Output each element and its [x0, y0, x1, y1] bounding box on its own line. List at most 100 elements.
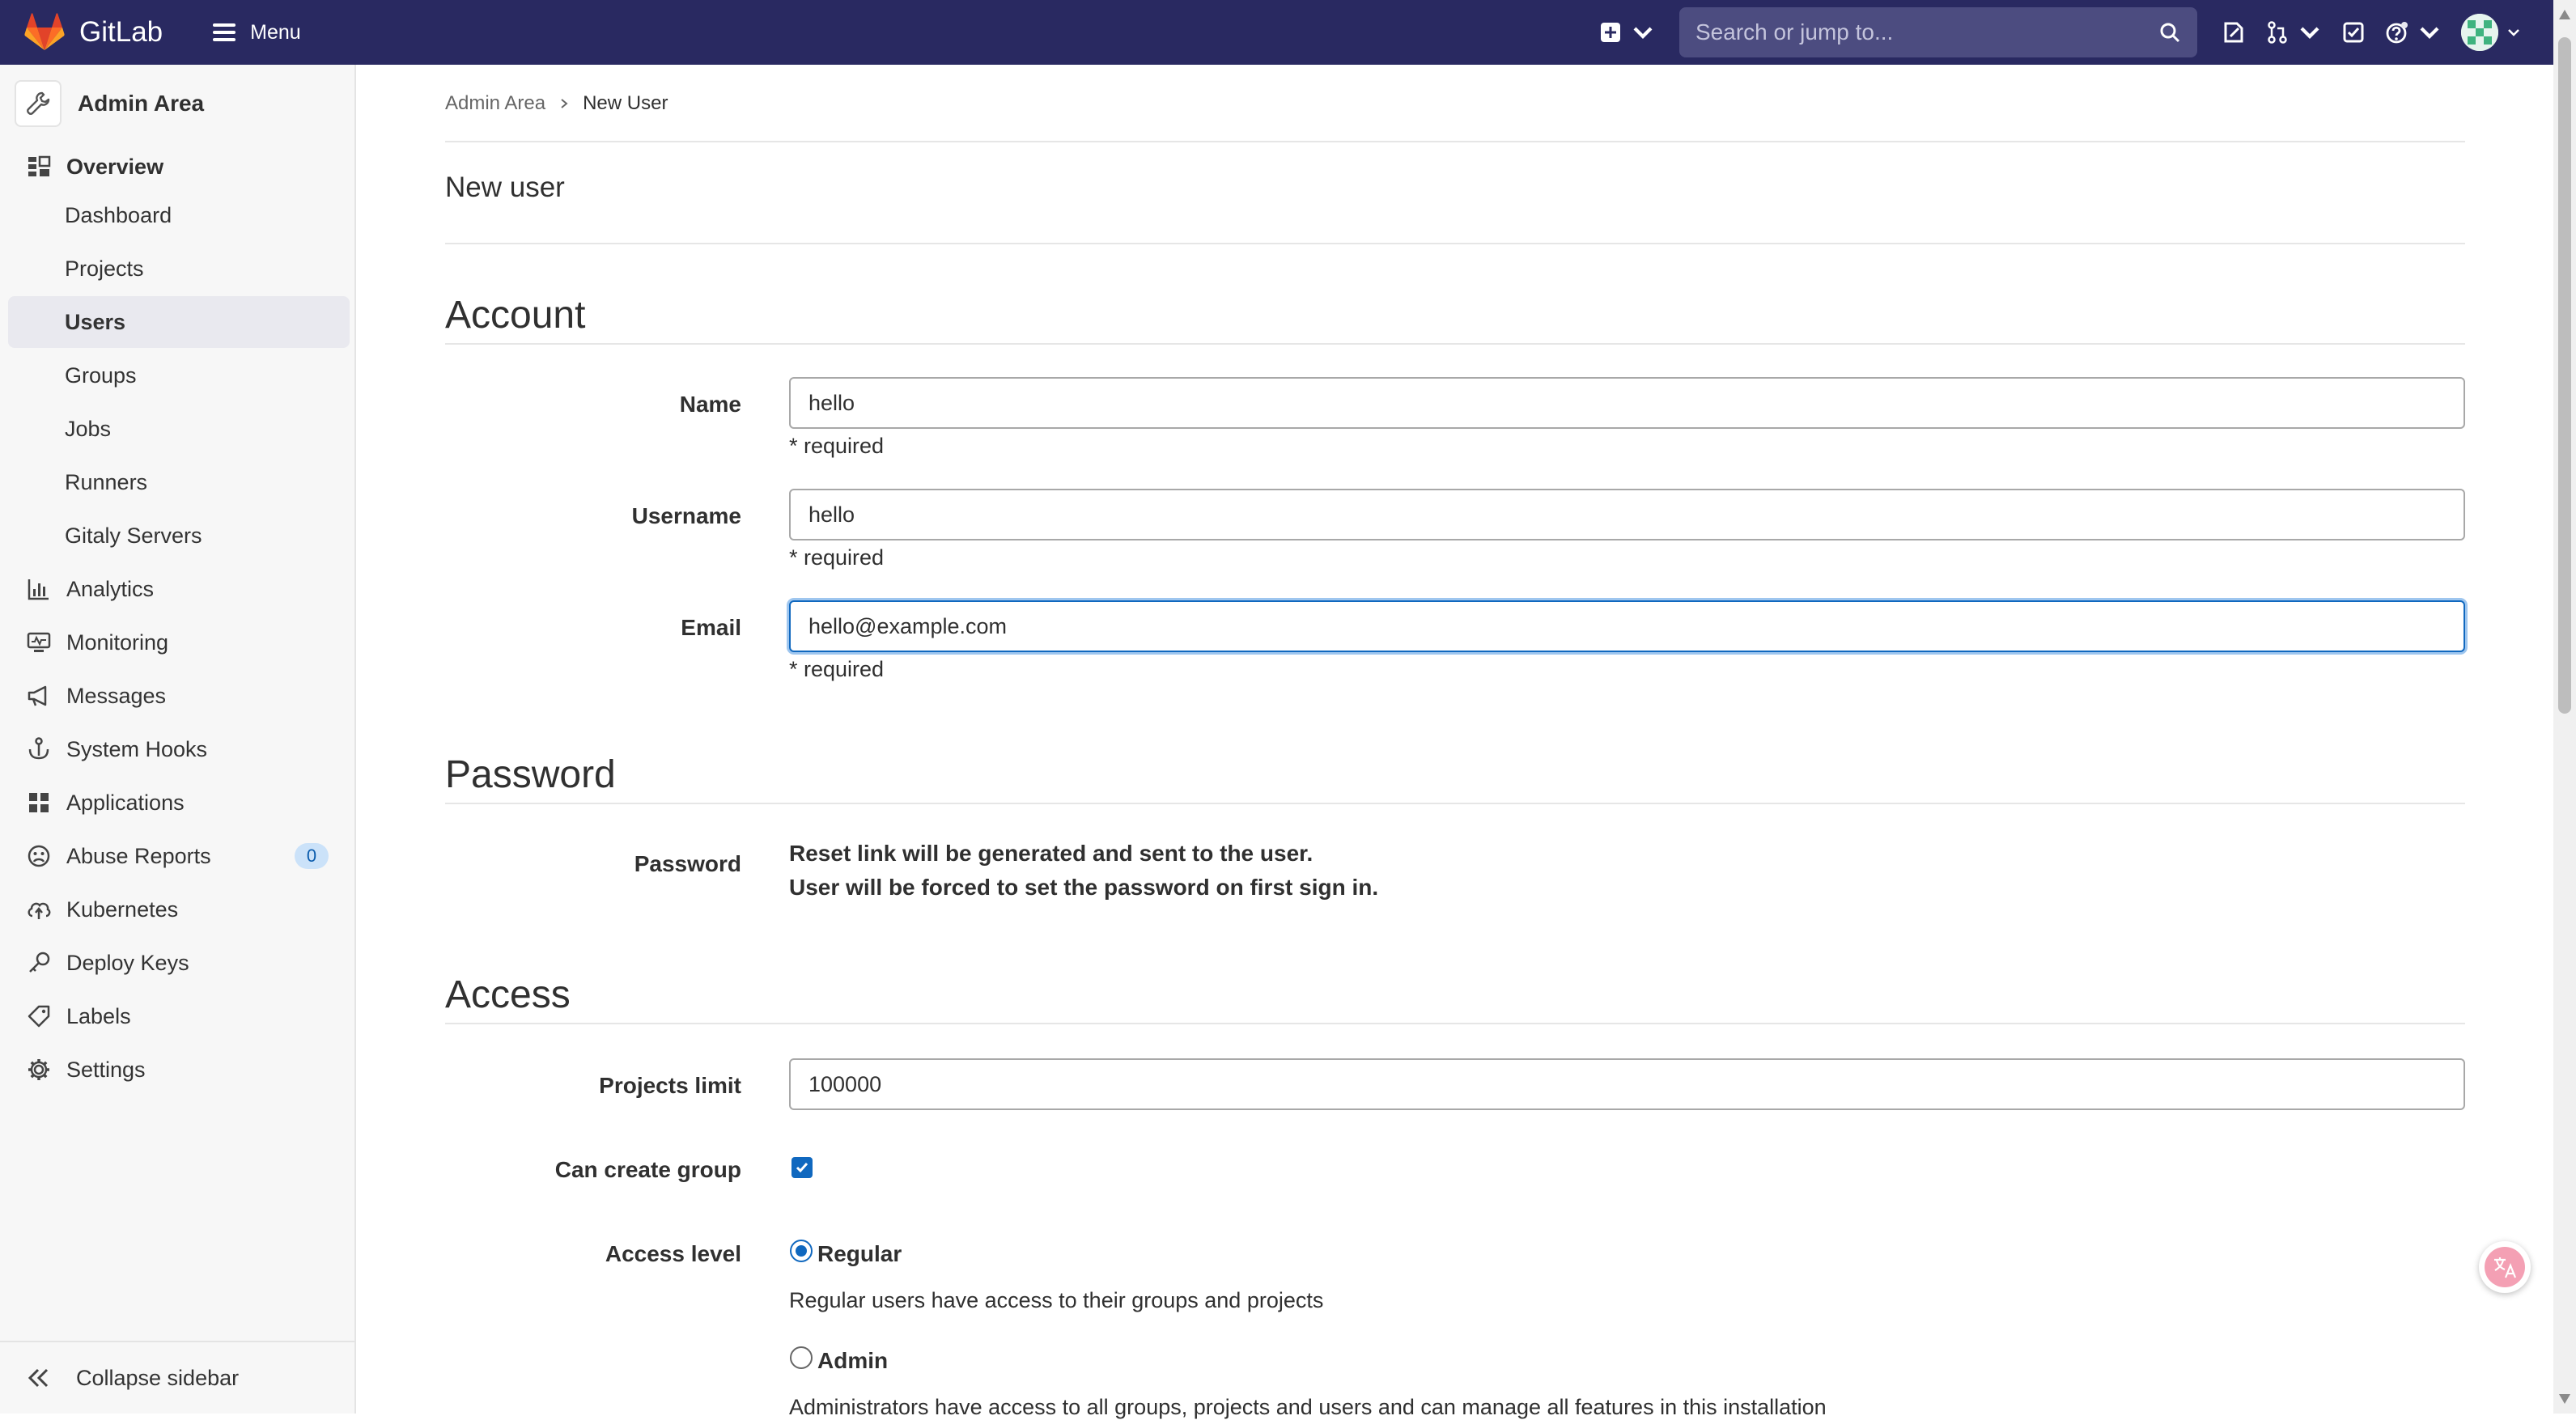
brand-name: GitLab [79, 16, 163, 48]
projects-limit-input[interactable] [789, 1058, 2465, 1110]
username-label: Username [631, 503, 741, 528]
issues-icon [2224, 22, 2243, 43]
admin-description: Administrators have access to all groups… [789, 1395, 1827, 1419]
hook-icon [26, 736, 52, 762]
label-icon [26, 1003, 52, 1029]
can-create-group-checkbox[interactable] [791, 1157, 813, 1178]
account-heading: Account [445, 294, 586, 337]
help-dropdown[interactable] [2375, 10, 2451, 55]
sidebar-item-labels[interactable]: Labels [8, 990, 350, 1042]
sidebar-item-groups[interactable]: Groups [8, 350, 350, 401]
access-level-regular-radio[interactable] [790, 1240, 813, 1262]
access-heading: Access [445, 973, 571, 1016]
chevron-down-icon [1633, 27, 1653, 39]
sidebar-item-label: Gitaly Servers [65, 523, 202, 548]
regular-description: Regular users have access to their group… [789, 1288, 1324, 1312]
name-label: Name [679, 392, 741, 417]
divider [445, 1023, 2465, 1024]
search-icon [2160, 23, 2180, 43]
sidebar-item-deploy-keys[interactable]: Deploy Keys [8, 937, 350, 989]
sidebar-item-label: Projects [65, 256, 144, 281]
plus-square-icon [1601, 23, 1620, 42]
access-level-admin-radio[interactable] [790, 1346, 813, 1369]
sidebar-item-system-hooks[interactable]: System Hooks [8, 723, 350, 775]
top-navbar: GitLab Menu [0, 0, 2576, 65]
double-chevron-left-icon [28, 1368, 49, 1388]
sidebar-item-users[interactable]: Users [8, 296, 350, 348]
breadcrumb: Admin Area New User [445, 92, 668, 115]
translate-button[interactable] [2479, 1241, 2531, 1293]
sidebar-item-label: Abuse Reports [66, 843, 211, 868]
sidebar-item-label: Jobs [65, 416, 112, 441]
sidebar-title: Admin Area [78, 91, 205, 116]
sidebar-item-applications[interactable]: Applications [8, 777, 350, 829]
gitlab-home-link[interactable]: GitLab [24, 0, 163, 65]
scroll-down-arrow-icon[interactable] [2559, 1394, 2570, 1404]
sidebar-item-overview[interactable]: Overview [8, 141, 350, 193]
access-level-regular-label[interactable]: Regular [817, 1241, 902, 1267]
sidebar-item-label: Runners [65, 469, 148, 494]
menu-button[interactable]: Menu [202, 10, 312, 55]
user-menu-dropdown[interactable] [2451, 10, 2531, 55]
todos-link[interactable] [2332, 10, 2375, 55]
email-input[interactable] [789, 600, 2465, 652]
chevron-right-icon [561, 99, 568, 108]
divider [445, 343, 2465, 345]
search-input[interactable] [1695, 19, 2158, 45]
sidebar-item-analytics[interactable]: Analytics [8, 563, 350, 615]
create-new-dropdown[interactable] [1589, 10, 1665, 55]
sidebar-item-kubernetes[interactable]: Kubernetes [8, 884, 350, 935]
sidebar-item-label: Applications [66, 790, 185, 815]
overview-icon [26, 154, 52, 180]
megaphone-icon [26, 683, 52, 709]
sidebar-item-label: Messages [66, 683, 167, 708]
sidebar-item-label: System Hooks [66, 736, 208, 761]
sidebar-item-messages[interactable]: Messages [8, 670, 350, 722]
sidebar-header[interactable]: Admin Area [0, 65, 354, 142]
sidebar-item-jobs[interactable]: Jobs [8, 403, 350, 455]
scrollbar-thumb[interactable] [2558, 37, 2571, 714]
username-input[interactable] [789, 489, 2465, 540]
access-level-admin-label[interactable]: Admin [817, 1348, 888, 1374]
sidebar-item-abuse-reports[interactable]: Abuse Reports 0 [8, 830, 350, 882]
issues-link[interactable] [2212, 10, 2256, 55]
page-title: New user [445, 172, 565, 203]
sidebar-item-monitoring[interactable]: Monitoring [8, 617, 350, 668]
admin-tile [15, 80, 62, 127]
chevron-down-icon [2508, 29, 2519, 36]
divider [445, 803, 2465, 804]
sidebar: Admin Area Overview Dashboard Projects U… [0, 65, 356, 1414]
sidebar-item-projects[interactable]: Projects [8, 243, 350, 295]
breadcrumb-current[interactable]: New User [583, 92, 668, 115]
name-input[interactable] [789, 377, 2465, 429]
password-info-line1: Reset link will be generated and sent to… [789, 841, 1313, 866]
projects-limit-label: Projects limit [599, 1073, 741, 1098]
search-box[interactable] [1679, 7, 2197, 57]
sidebar-item-label: Analytics [66, 576, 155, 601]
scroll-up-arrow-icon[interactable] [2559, 10, 2570, 19]
divider [445, 243, 2465, 244]
kubernetes-icon [26, 897, 52, 922]
gear-icon [26, 1057, 52, 1083]
help-icon [2386, 22, 2408, 44]
hamburger-icon [213, 23, 236, 41]
password-heading: Password [445, 753, 616, 796]
merge-requests-dropdown[interactable] [2256, 10, 2332, 55]
checkmark-icon [796, 1163, 808, 1173]
can-create-group-label: Can create group [554, 1157, 741, 1182]
access-level-label: Access level [605, 1241, 741, 1266]
page-scrollbar[interactable] [2553, 0, 2576, 1414]
sidebar-item-settings[interactable]: Settings [8, 1044, 350, 1096]
sidebar-item-gitaly-servers[interactable]: Gitaly Servers [8, 510, 350, 562]
chevron-down-icon [2420, 27, 2439, 39]
chart-icon [26, 576, 52, 602]
sidebar-item-label: Users [65, 309, 126, 334]
sidebar-item-label: Groups [65, 362, 137, 388]
email-label: Email [681, 615, 741, 640]
todo-check-icon [2343, 22, 2364, 43]
breadcrumb-admin-area[interactable]: Admin Area [445, 92, 545, 115]
chevron-down-icon [2300, 27, 2319, 39]
sidebar-item-dashboard[interactable]: Dashboard [8, 189, 350, 241]
sidebar-item-runners[interactable]: Runners [8, 456, 350, 508]
collapse-sidebar-button[interactable]: Collapse sidebar [0, 1341, 356, 1414]
